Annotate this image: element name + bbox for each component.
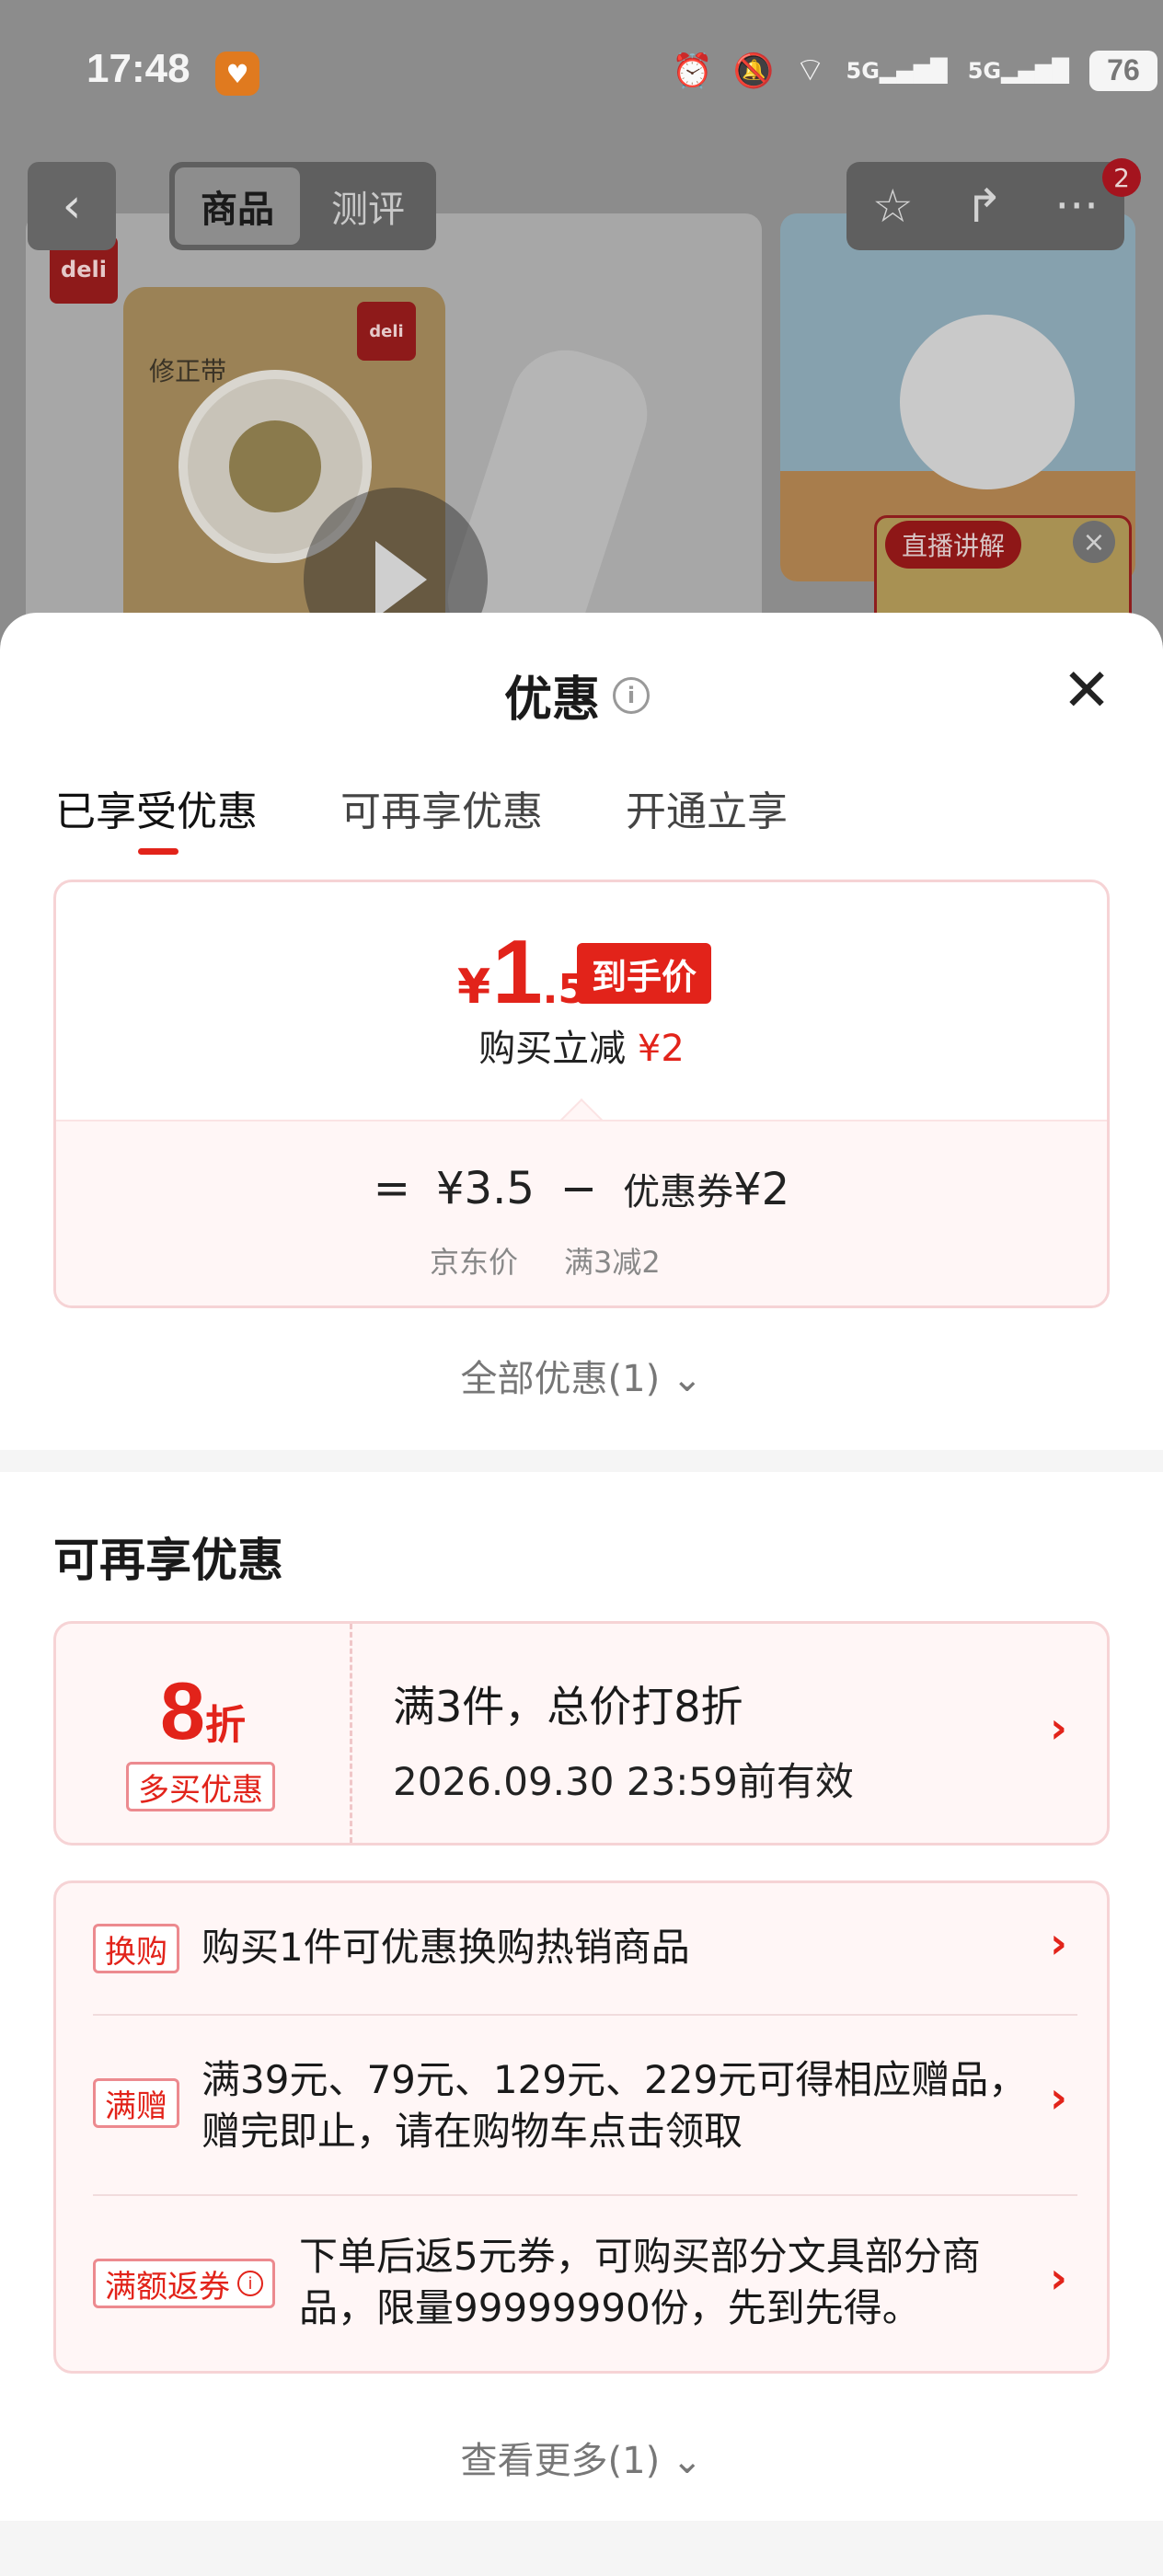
- discount-sheet: 优惠 i ✕ 已享受优惠 可再享优惠 开通立享 ¥ 1 .5 到手价 购买立减 …: [0, 613, 1163, 2576]
- signal-5g-icon: 5G▂▄▆█: [846, 57, 948, 84]
- list-item-exchange[interactable]: 换购 购买1件可优惠换购热销商品 ›: [93, 1883, 1077, 2016]
- sheet-header: 优惠 i: [504, 661, 651, 730]
- tab-more-available[interactable]: 可再享优惠: [340, 778, 543, 837]
- top-toolbar: ☆ ↱ ···: [846, 162, 1124, 250]
- star-icon[interactable]: ☆: [872, 179, 914, 233]
- promo-rate: 8折: [160, 1665, 246, 1756]
- instant-discount: 购买立减 ¥2: [478, 1028, 685, 1070]
- jd-price: ¥3.5: [436, 1163, 535, 1214]
- info-icon[interactable]: i: [237, 2271, 263, 2296]
- status-bar: 17:48 ♥ ⏰ 🔕 ⌔ 5G▂▄▆█ 5G▂▄▆█ 76: [0, 37, 1163, 110]
- wifi-icon: ⌔: [794, 52, 826, 89]
- multi-buy-promo-card[interactable]: 8折 多买优惠 满3件，总价打8折 2026.09.30 23:59前有效 ›: [53, 1621, 1110, 1846]
- close-icon[interactable]: ✕: [1058, 661, 1115, 720]
- back-button[interactable]: ‹: [28, 162, 116, 250]
- equals-sign: =: [373, 1163, 411, 1214]
- list-item-coupon-return[interactable]: 满额返券 i 下单后返5元券，可购买部分文具部分商 品，限量99999990份，…: [93, 2196, 1077, 2373]
- signal-5g-icon-2: 5G▂▄▆█: [967, 57, 1069, 84]
- package-label: 修正带: [149, 356, 227, 386]
- tag-coupon-return: 满额返券 i: [93, 2259, 275, 2308]
- enjoyed-discount-card: ¥ 1 .5 到手价 购买立减 ¥2 = ¥3.5 − 优惠券¥2 京东价 满3…: [53, 880, 1110, 1308]
- app-notification-icon: ♥: [215, 52, 259, 96]
- tab-review[interactable]: 测评: [305, 167, 431, 245]
- tag-exchange: 换购: [93, 1924, 179, 1973]
- chevron-down-icon: ⌄: [671, 2440, 703, 2482]
- mute-icon: 🔕: [732, 52, 775, 90]
- live-badge[interactable]: 直播讲解: [885, 521, 1022, 569]
- message-badge: 2: [1102, 158, 1141, 197]
- live-close-icon[interactable]: ×: [1073, 521, 1115, 563]
- list-item-gift[interactable]: 满赠 满39元、79元、129元、229元可得相应赠品， 赠完即止，请在购物车点…: [93, 2016, 1077, 2196]
- all-discounts-toggle[interactable]: 全部优惠(1) ⌄: [0, 1349, 1163, 1402]
- product-tabs: 商品 测评: [169, 162, 436, 250]
- promo-tag: 多买优惠: [126, 1762, 275, 1811]
- sheet-title: 优惠: [504, 673, 601, 728]
- more-icon[interactable]: ···: [1054, 179, 1099, 233]
- info-icon[interactable]: i: [613, 676, 651, 714]
- back-icon: ‹: [62, 178, 82, 234]
- bottom-divider: [0, 2521, 1163, 2576]
- tab-enjoyed[interactable]: 已享受优惠: [55, 778, 258, 855]
- share-icon[interactable]: ↱: [965, 179, 1004, 233]
- section-title-more: 可再享优惠: [53, 1534, 283, 1587]
- promo-valid-until: 2026.09.30 23:59前有效: [393, 1759, 854, 1804]
- status-time: 17:48: [86, 46, 190, 91]
- coupon-amount: ¥2: [733, 1164, 790, 1215]
- battery-icon: 76: [1088, 50, 1157, 91]
- see-more-toggle[interactable]: 查看更多(1) ⌄: [0, 2431, 1163, 2484]
- tab-activate[interactable]: 开通立享: [626, 778, 788, 837]
- chevron-down-icon: ⌄: [671, 1358, 703, 1400]
- price-breakdown: = ¥3.5 − 优惠券¥2 京东价 满3减2: [56, 1120, 1107, 1305]
- package-brand-logo: deli: [357, 302, 416, 361]
- promo-list-card: 换购 购买1件可优惠换购热销商品 › 满赠 满39元、79元、129元、229元…: [53, 1880, 1110, 2374]
- tag-gift: 满赠: [93, 2078, 179, 2128]
- tab-product[interactable]: 商品: [175, 167, 300, 245]
- alarm-icon: ⏰: [672, 52, 713, 90]
- coupon-label: 优惠券: [623, 1171, 734, 1213]
- promo-title: 满3件，总价打8折: [393, 1682, 743, 1731]
- final-price-tag: 到手价: [577, 943, 712, 1004]
- chevron-right-icon: ›: [1050, 2073, 1067, 2122]
- coupon-rule: 满3减2: [564, 1245, 661, 1280]
- chevron-right-icon: ›: [1050, 2253, 1067, 2303]
- chevron-right-icon: ›: [1050, 1918, 1067, 1968]
- discount-tabs: 已享受优惠 可再享优惠 开通立享: [55, 778, 788, 855]
- jd-price-label: 京东价: [430, 1245, 519, 1280]
- divider: [0, 1450, 1163, 1472]
- minus-sign: −: [559, 1163, 598, 1214]
- chevron-right-icon: ›: [1050, 1703, 1067, 1753]
